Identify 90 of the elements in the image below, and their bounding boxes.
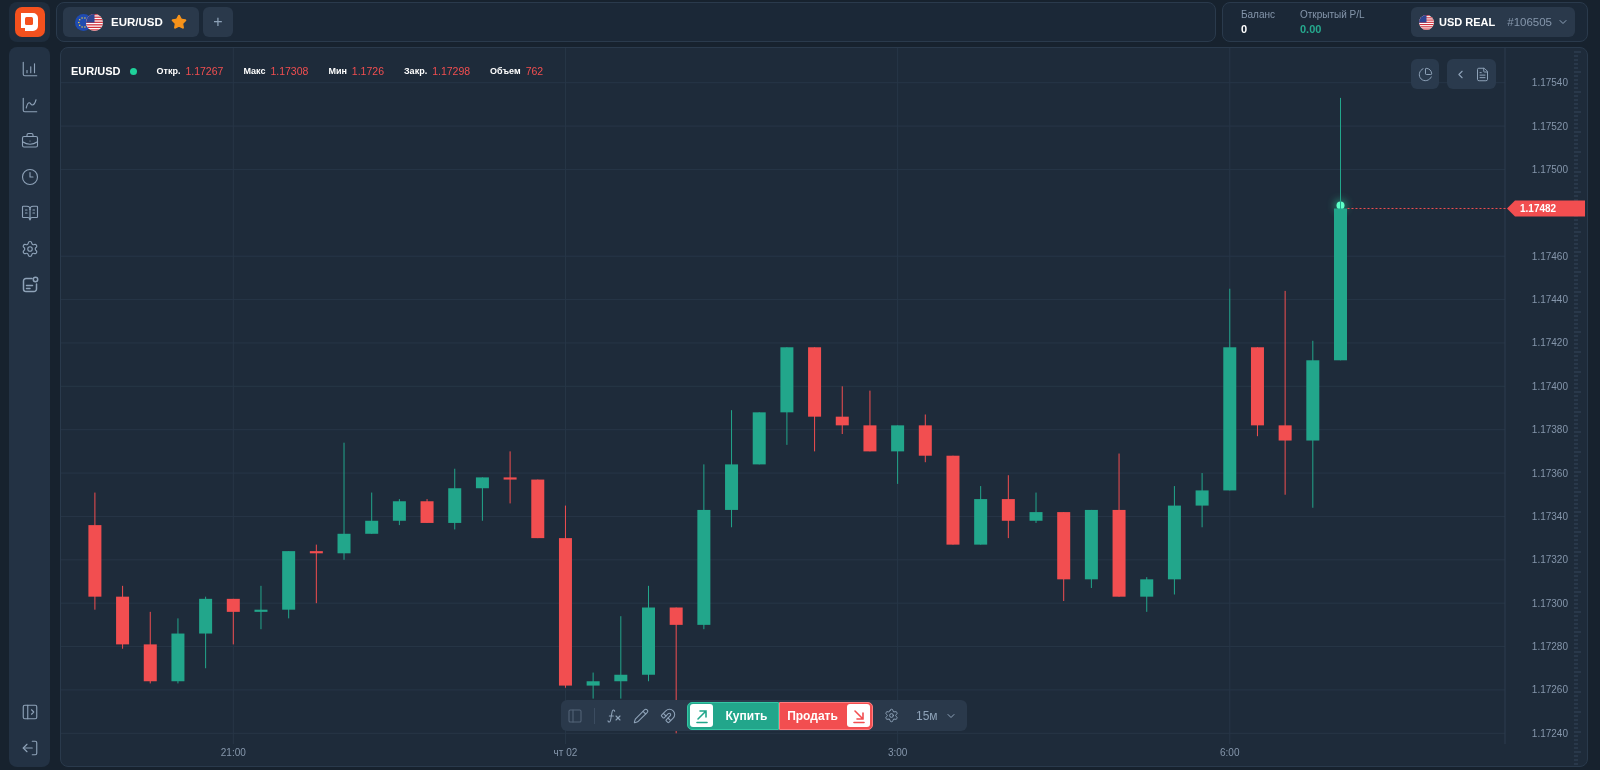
time-axis-label: 21:00	[220, 747, 246, 758]
sell-button[interactable]: Продать	[779, 701, 873, 730]
candle	[392, 498, 406, 526]
price-axis-label: 1.17520	[1531, 120, 1568, 132]
price-axis-label: 1.17440	[1531, 294, 1568, 306]
price-axis-label: 1.17400	[1531, 380, 1568, 392]
time-axis-label: чт 02	[553, 747, 578, 758]
pl-value: 0.00	[1300, 23, 1323, 35]
price-axis-label: 1.17540	[1531, 77, 1568, 89]
price-axis-label: 1.17340	[1531, 510, 1568, 522]
pl-label: Открытый P/L	[1300, 9, 1366, 20]
candle	[918, 414, 932, 463]
us-flag-icon	[1419, 14, 1434, 30]
indicators-button[interactable]	[1411, 59, 1439, 89]
currency-tab[interactable]: EUR/USD	[63, 7, 199, 37]
price-axis-label: 1.17240	[1531, 727, 1568, 739]
candle	[116, 585, 130, 650]
candle	[309, 544, 323, 604]
price-axis-label: 1.17360	[1531, 467, 1568, 479]
candle	[863, 390, 877, 452]
candle	[1001, 474, 1015, 539]
ohlc-value: 762	[525, 65, 544, 77]
logout-icon[interactable]	[20, 739, 39, 757]
buy-button[interactable]: Купить	[687, 701, 779, 730]
last-price-tag: 1.17482	[1507, 200, 1585, 217]
balance-value: 0	[1241, 23, 1249, 35]
candle	[752, 411, 766, 465]
candle	[531, 479, 545, 539]
ohlc-label: Макс	[243, 66, 266, 76]
account-number: #106505	[1507, 16, 1552, 28]
candle	[586, 672, 600, 700]
candle	[448, 468, 462, 530]
book-icon[interactable]	[20, 204, 39, 222]
candle	[1029, 492, 1043, 524]
panel-expand-icon[interactable]	[20, 703, 39, 721]
magnet-icon[interactable]	[660, 707, 676, 724]
clock-icon[interactable]	[20, 168, 39, 186]
star-icon[interactable]	[171, 14, 187, 30]
candle	[1140, 576, 1154, 613]
account-selector[interactable]: USD REAL #106505	[1411, 7, 1575, 37]
ohlc-label: Объем	[490, 66, 521, 76]
candle	[282, 550, 296, 619]
time-axis-label: 3:00	[887, 747, 908, 758]
document-icon	[1474, 66, 1490, 82]
function-icon[interactable]	[606, 707, 622, 724]
account-name: USD REAL	[1439, 16, 1496, 28]
candle	[475, 476, 489, 522]
time-axis-label: 6:00	[1220, 747, 1240, 758]
line-chart-icon[interactable]	[20, 96, 39, 114]
candle	[1195, 472, 1209, 528]
candle	[503, 450, 517, 504]
ohlc-value: 1.17298	[432, 65, 471, 77]
balance-label: Баланс	[1241, 9, 1277, 20]
arrow-up-right-icon	[690, 704, 713, 727]
candle	[974, 485, 988, 546]
logo-icon[interactable]	[9, 2, 50, 42]
price-axis-label: 1.17260	[1531, 684, 1568, 696]
panel-toggle-button[interactable]	[1447, 59, 1496, 89]
ohlc-value: 1.17308	[270, 65, 309, 77]
candle	[171, 617, 185, 684]
candle	[254, 585, 268, 630]
price-axis-label: 1.17320	[1531, 554, 1568, 566]
ohlc-label: Откр.	[156, 66, 181, 76]
notes-icon[interactable]	[20, 276, 39, 294]
chart-symbol: EUR/USD	[71, 65, 121, 77]
settings-icon[interactable]	[20, 240, 39, 258]
price-axis-label: 1.17460	[1531, 250, 1568, 262]
pencil-icon[interactable]	[633, 707, 649, 724]
price-axis-label: 1.17380	[1531, 424, 1568, 436]
ohlc-value: 1.17267	[185, 65, 224, 77]
candle	[835, 385, 849, 435]
settings-icon[interactable]	[884, 708, 899, 723]
candle	[226, 598, 240, 645]
timeframe-selector[interactable]: 15м	[916, 708, 957, 723]
price-axis-label: 1.17500	[1531, 163, 1568, 175]
ohlc-label: Закр.	[404, 66, 428, 76]
pie-chart-icon	[1417, 66, 1433, 82]
us-flag-icon	[86, 13, 103, 31]
ohlc-label: Мин	[328, 66, 347, 76]
price-axis-label: 1.17420	[1531, 337, 1568, 349]
bar-chart-icon[interactable]	[20, 60, 39, 78]
price-axis-label: 1.17300	[1531, 597, 1568, 609]
candle	[365, 492, 379, 535]
ohlc-value: 1.1726	[351, 65, 384, 77]
briefcase-icon[interactable]	[20, 132, 39, 150]
candle	[420, 498, 434, 524]
add-tab-button[interactable]: +	[203, 7, 233, 37]
arrow-down-right-icon	[847, 704, 870, 727]
price-axis-label: 1.17280	[1531, 641, 1568, 653]
candle	[891, 424, 905, 485]
